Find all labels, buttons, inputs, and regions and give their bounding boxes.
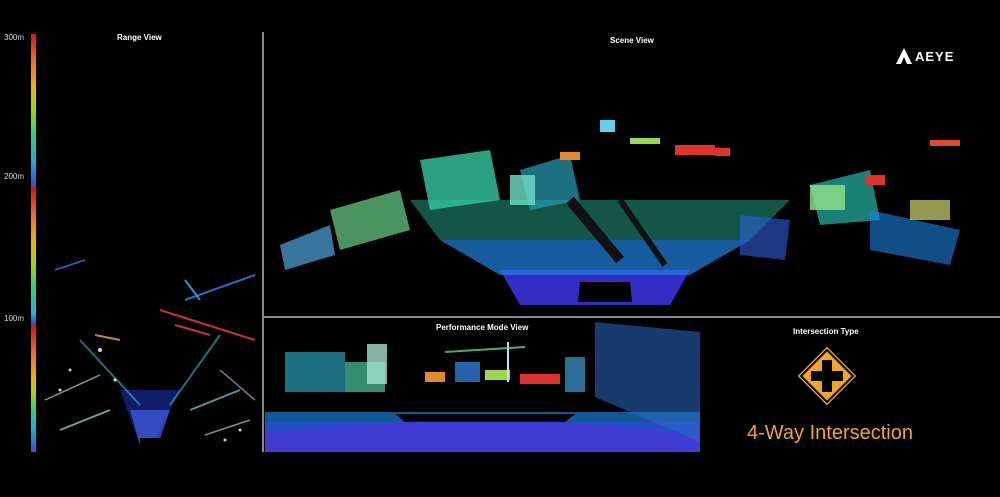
range-color-scale [31, 34, 36, 452]
range-view-pointcloud[interactable] [40, 240, 260, 452]
performance-view-pointcloud[interactable] [265, 322, 700, 452]
vertical-divider [262, 32, 264, 452]
four-way-intersection-sign-icon [795, 344, 859, 408]
horizontal-divider [264, 316, 1000, 318]
intersection-type-title: Intersection Type [793, 327, 859, 336]
aeye-logo: AEYE [895, 46, 954, 66]
scale-label-300m: 300m [4, 33, 25, 42]
scene-view-pointcloud[interactable] [270, 90, 1000, 315]
scale-label-100m: 100m [4, 314, 25, 323]
scale-label-200m: 200m [4, 172, 25, 181]
intersection-type-value: 4-Way Intersection [747, 422, 913, 444]
brand-name: AEYE [915, 48, 955, 64]
scene-view-title: Scene View [610, 36, 654, 45]
aeye-logo-icon [896, 48, 912, 64]
range-view-title: Range View [117, 33, 162, 42]
